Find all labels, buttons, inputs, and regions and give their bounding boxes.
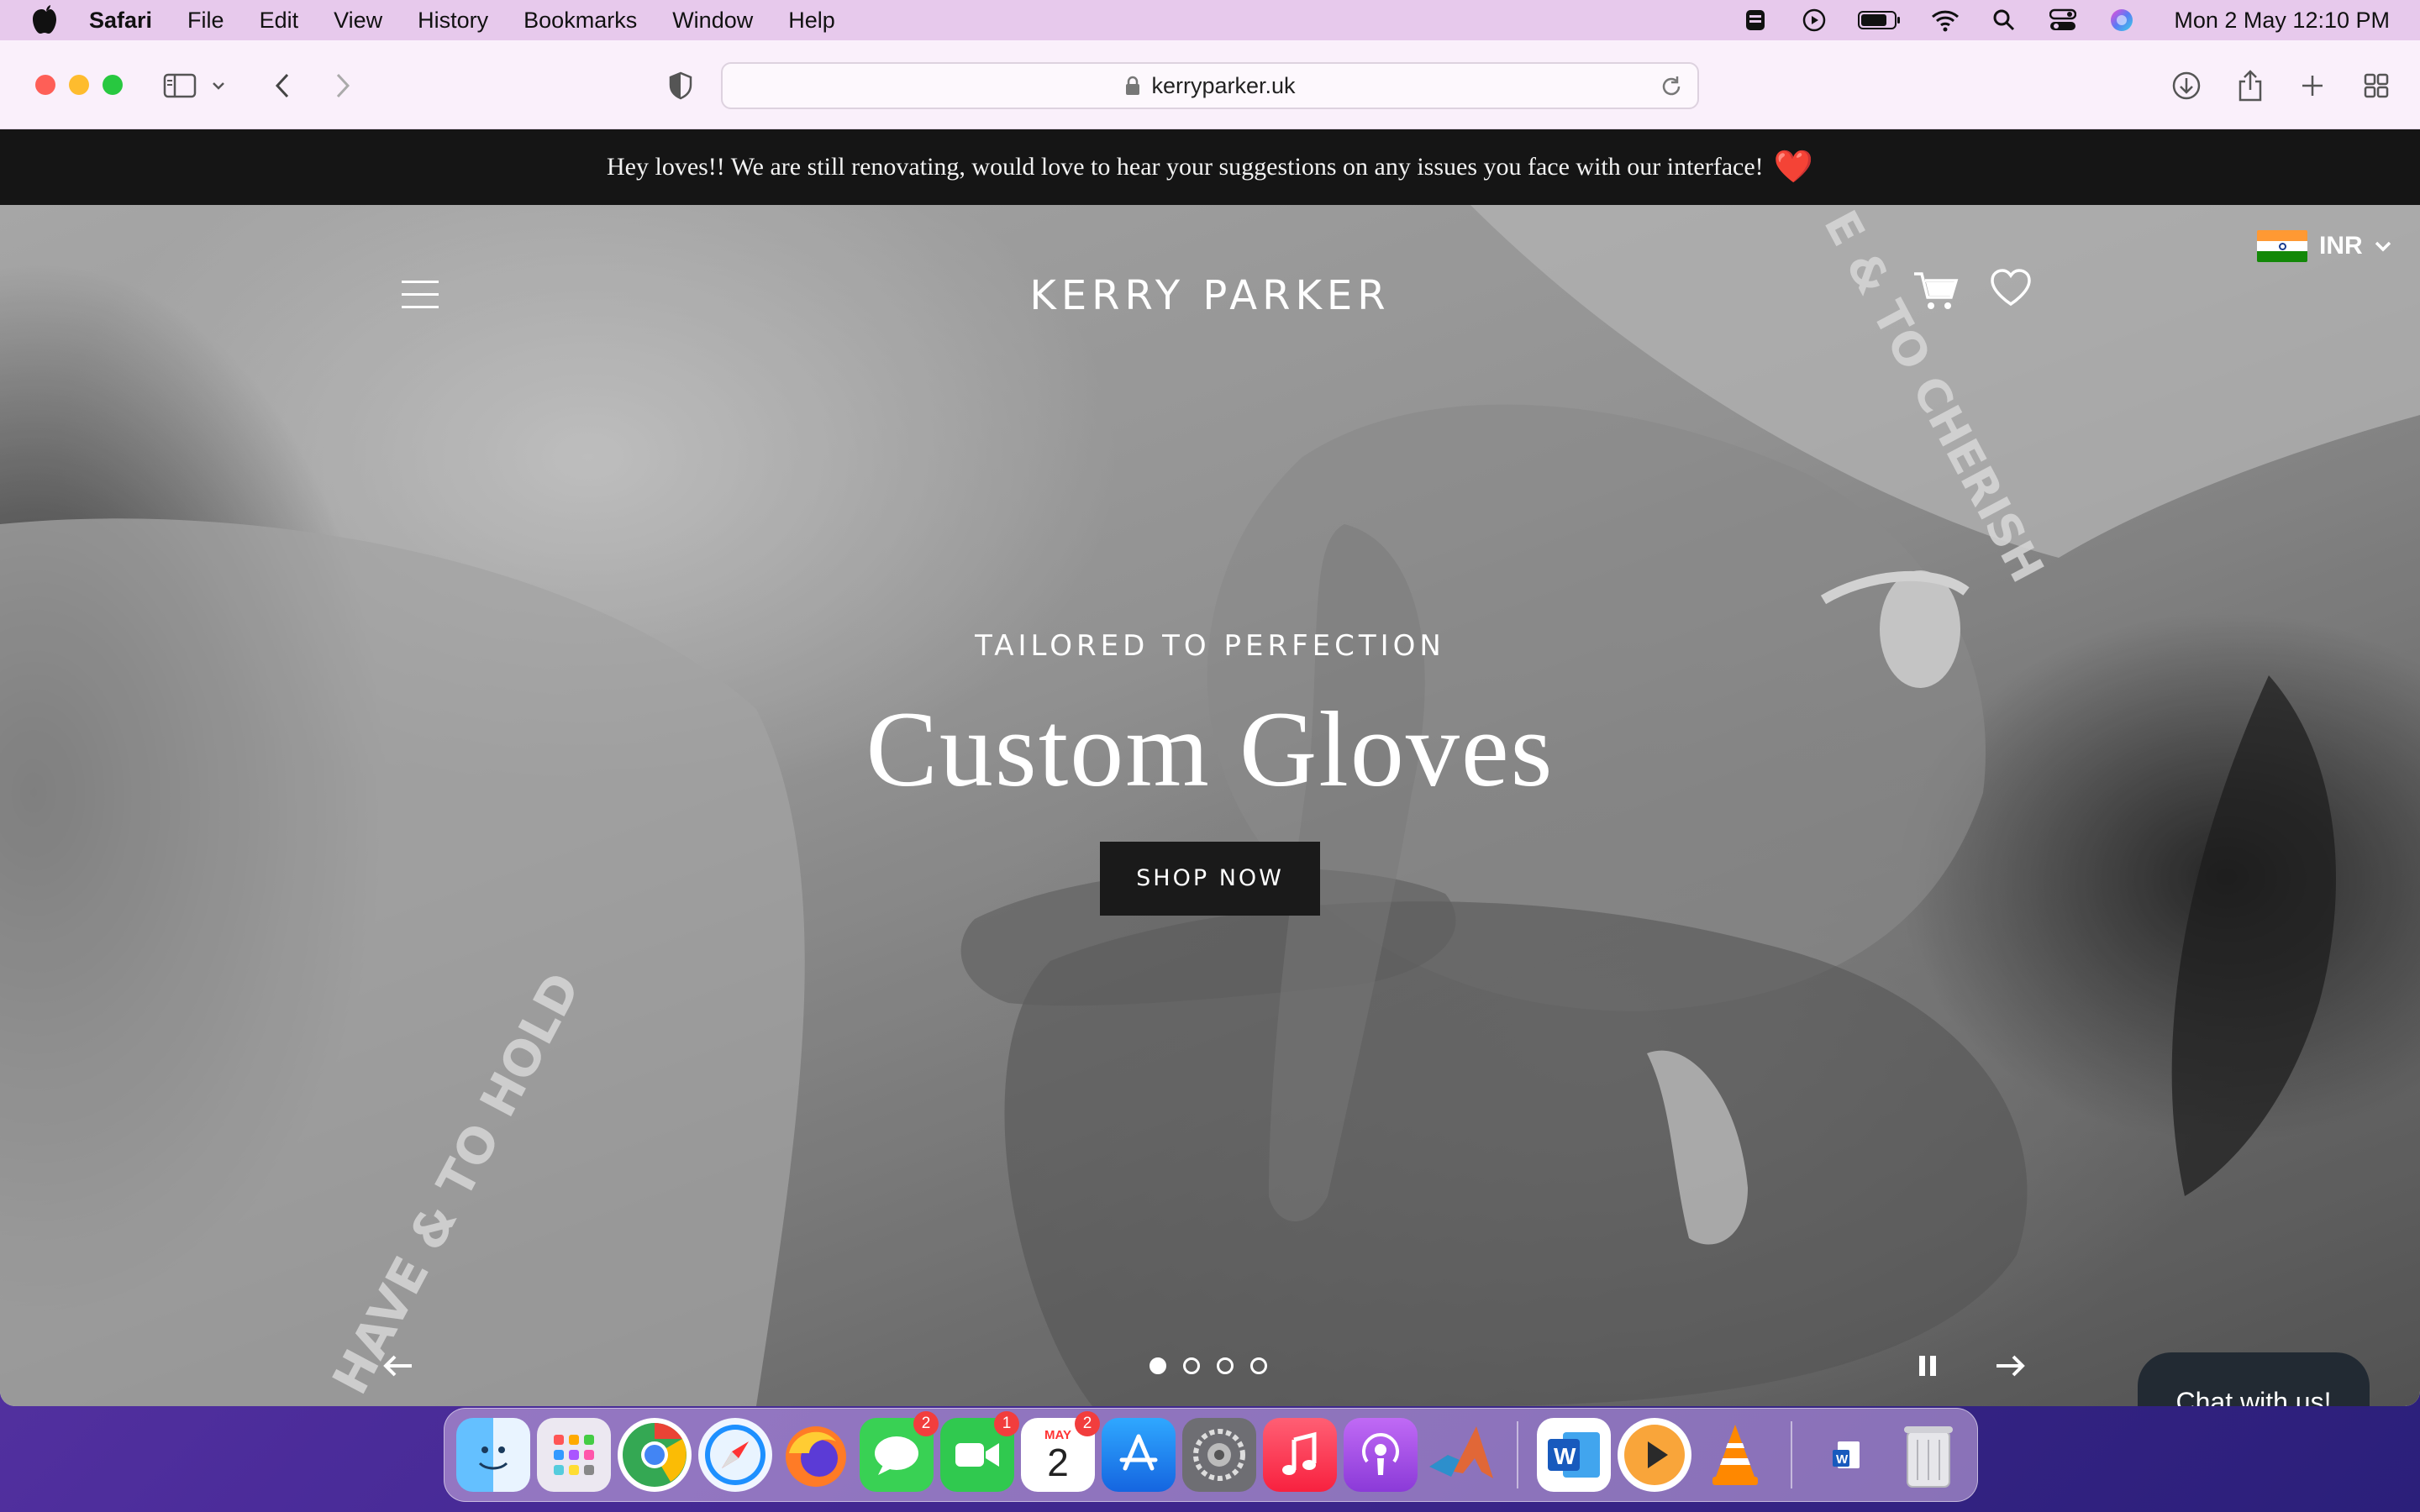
zoom-window-button[interactable]: [103, 74, 123, 95]
pause-icon[interactable]: [1919, 1356, 1939, 1378]
play-circle-icon[interactable]: [1799, 8, 1829, 33]
chevron-right-icon: [336, 73, 350, 98]
slide-dot-2[interactable]: [1183, 1357, 1200, 1374]
matlab-icon[interactable]: [1424, 1418, 1498, 1492]
menu-file[interactable]: File: [187, 8, 224, 34]
siri-icon[interactable]: [2107, 8, 2137, 33]
app-store-icon[interactable]: [1102, 1418, 1176, 1492]
menu-bookmarks[interactable]: Bookmarks: [523, 8, 637, 34]
slide-dot-1[interactable]: [1150, 1357, 1166, 1374]
download-icon: [2172, 71, 2201, 100]
finder-icon[interactable]: [456, 1418, 530, 1492]
share-button[interactable]: [2232, 67, 2269, 104]
messages-icon[interactable]: 2: [860, 1411, 939, 1492]
tab-group-menu-button[interactable]: [207, 67, 230, 104]
currency-selector[interactable]: INR: [2257, 230, 2391, 262]
battery-icon[interactable]: [1858, 8, 1902, 33]
vlc-icon[interactable]: [1698, 1418, 1772, 1492]
infuse-icon[interactable]: [1618, 1418, 1691, 1492]
chevron-down-icon: [2375, 241, 2391, 252]
chevron-down-icon: [213, 82, 224, 90]
arrow-right-icon[interactable]: [1995, 1354, 2025, 1378]
calendar-badge: 2: [1075, 1411, 1100, 1436]
firefox-icon[interactable]: [779, 1418, 853, 1492]
safari-icon[interactable]: [698, 1418, 772, 1492]
dock-separator: [1517, 1421, 1518, 1488]
svg-text:W: W: [1836, 1452, 1849, 1467]
back-button[interactable]: [264, 67, 301, 104]
lock-icon: [1126, 76, 1140, 95]
hero-headline: Custom Gloves: [865, 690, 1555, 809]
site-logo[interactable]: KERRY PARKER: [0, 272, 2420, 319]
wifi-icon[interactable]: [1930, 8, 1960, 33]
share-icon: [2238, 70, 2262, 102]
slide-indicators: [1150, 1357, 1267, 1374]
slide-dot-3[interactable]: [1217, 1357, 1234, 1374]
downloads-button[interactable]: [2168, 67, 2205, 104]
privacy-report-button[interactable]: [662, 67, 699, 104]
announcement-bar: Hey loves!! We are still renovating, wou…: [0, 129, 2420, 205]
shop-now-button[interactable]: SHOP NOW: [1100, 842, 1320, 916]
trash-icon[interactable]: [1891, 1418, 1965, 1492]
shield-icon: [669, 71, 692, 100]
calendar-day: 2: [1047, 1440, 1069, 1484]
calendar-month: MAY: [1044, 1427, 1071, 1442]
menu-window[interactable]: Window: [672, 8, 753, 34]
word-icon[interactable]: W: [1537, 1418, 1611, 1492]
reload-icon[interactable]: [1659, 74, 1684, 99]
currency-code: INR: [2319, 232, 2363, 260]
plus-icon: [2302, 76, 2323, 96]
keyboard-brightness-icon[interactable]: [1740, 8, 1770, 33]
dock: 2 1 MAY 2 2 W W: [444, 1408, 1978, 1502]
address-bar[interactable]: kerryparker.uk: [721, 62, 1699, 109]
grid-icon: [2364, 73, 2389, 98]
window-controls: [35, 74, 123, 95]
heart-emoji: ❤️: [1773, 150, 1813, 185]
menu-bar: Safari File Edit View History Bookmarks …: [0, 0, 2420, 40]
cart-icon[interactable]: [1912, 269, 1960, 312]
close-window-button[interactable]: [35, 74, 55, 95]
india-flag-icon: [2257, 230, 2307, 262]
chevron-left-icon: [275, 73, 289, 98]
menu-help[interactable]: Help: [788, 8, 835, 34]
hero-slideshow: HAVE & TO HOLD E & TO CHERISH KERRY PARK…: [0, 205, 2420, 1406]
sidebar-icon: [163, 73, 197, 98]
word-document-icon[interactable]: W: [1811, 1418, 1885, 1492]
url-text: kerryparker.uk: [1151, 72, 1296, 98]
minimize-window-button[interactable]: [69, 74, 89, 95]
sidebar-toggle-button[interactable]: [161, 67, 198, 104]
calendar-icon[interactable]: MAY 2 2: [1021, 1411, 1100, 1492]
heart-wishlist-icon[interactable]: [1990, 269, 2032, 307]
svg-text:W: W: [1554, 1443, 1576, 1469]
spotlight-search-icon[interactable]: [1989, 8, 2019, 33]
dock-separator-2: [1791, 1421, 1792, 1488]
browser-toolbar: kerryparker.uk: [0, 40, 2420, 129]
safari-window: kerryparker.uk Hey loves!! We are still …: [0, 40, 2420, 1406]
forward-button[interactable]: [324, 67, 361, 104]
arrow-left-icon[interactable]: [383, 1354, 413, 1378]
new-tab-button[interactable]: [2294, 67, 2331, 104]
apple-menu-icon[interactable]: [30, 4, 59, 36]
facetime-icon[interactable]: 1: [940, 1411, 1019, 1492]
music-icon[interactable]: [1263, 1418, 1337, 1492]
facetime-badge: 1: [994, 1411, 1019, 1436]
chat-button[interactable]: Chat with us!: [2138, 1352, 2370, 1406]
system-preferences-icon[interactable]: [1182, 1418, 1256, 1492]
menu-view[interactable]: View: [334, 8, 382, 34]
menu-app-safari[interactable]: Safari: [89, 8, 152, 34]
chrome-icon[interactable]: [618, 1418, 692, 1492]
hero-eyebrow: TAILORED TO PERFECTION: [975, 629, 1445, 663]
menubar-clock[interactable]: Mon 2 May 12:10 PM: [2174, 8, 2390, 34]
podcasts-icon[interactable]: [1344, 1418, 1418, 1492]
announcement-text: Hey loves!! We are still renovating, wou…: [607, 153, 1764, 181]
hero-content: TAILORED TO PERFECTION Custom Gloves SHO…: [0, 629, 2420, 916]
tab-overview-button[interactable]: [2358, 67, 2395, 104]
messages-badge: 2: [913, 1411, 939, 1436]
menu-edit[interactable]: Edit: [260, 8, 299, 34]
launchpad-icon[interactable]: [537, 1418, 611, 1492]
control-center-icon[interactable]: [2048, 8, 2078, 33]
slide-dot-4[interactable]: [1250, 1357, 1267, 1374]
menu-history[interactable]: History: [418, 8, 488, 34]
